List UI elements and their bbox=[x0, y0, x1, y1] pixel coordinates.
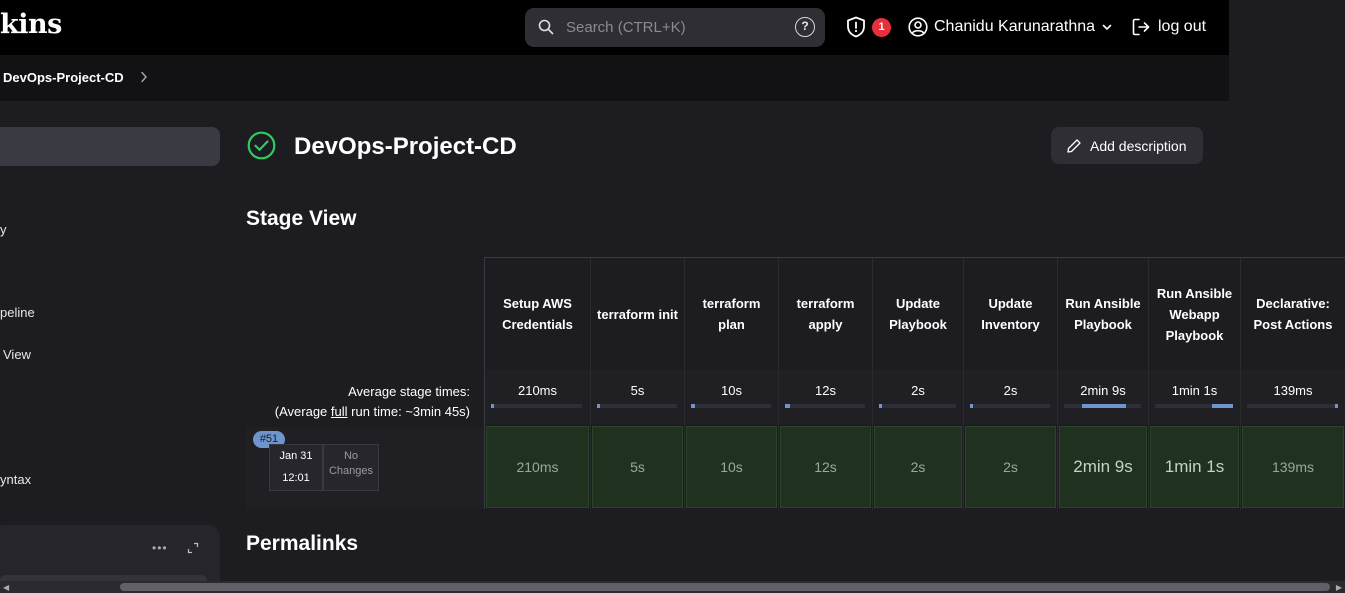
stage-result-cell[interactable]: 2min 9s bbox=[1059, 426, 1147, 508]
chevron-right-icon[interactable] bbox=[140, 71, 148, 83]
stage-average-time: 2s bbox=[873, 370, 963, 424]
sidebar-item-pipeline[interactable]: peline bbox=[0, 305, 35, 320]
logout-label[interactable]: log out bbox=[1158, 18, 1206, 36]
stage-column: Setup AWS Credentials 210ms 210ms bbox=[485, 258, 590, 510]
stage-average-time: 5s bbox=[591, 370, 684, 424]
user-menu[interactable]: Chanidu Karunarathna bbox=[908, 16, 1113, 38]
sidebar-item-view[interactable]: View bbox=[3, 347, 31, 362]
help-icon[interactable]: ? bbox=[795, 17, 815, 37]
user-name[interactable]: Chanidu Karunarathna bbox=[934, 18, 1095, 36]
security-shield-icon[interactable] bbox=[846, 16, 866, 38]
stage-column: terraform plan 10s 10s bbox=[684, 258, 778, 510]
stage-result-cell[interactable]: 2s bbox=[874, 426, 962, 508]
stage-result-cell[interactable]: 210ms bbox=[486, 426, 589, 508]
stage-view-heading: Stage View bbox=[246, 207, 357, 230]
stage-column: terraform apply 12s 12s bbox=[778, 258, 872, 510]
chevron-down-icon[interactable] bbox=[1101, 21, 1113, 33]
stage-average-bar bbox=[879, 404, 882, 408]
avg-label-line1: Average stage times: bbox=[348, 384, 470, 399]
stage-average-bar bbox=[597, 404, 600, 408]
search-box[interactable]: Search (CTRL+K) ? bbox=[525, 8, 825, 47]
logout-link[interactable]: log out bbox=[1131, 16, 1206, 38]
stage-average-bar bbox=[785, 404, 790, 408]
stage-header: Run Ansible Webapp Playbook bbox=[1156, 285, 1233, 343]
stage-average-time: 1min 1s bbox=[1149, 370, 1240, 424]
stage-header: Update Playbook bbox=[889, 296, 947, 332]
avg-label-line2: (Average full run time: ~3min 45s) bbox=[246, 402, 470, 422]
stage-average-time: 139ms bbox=[1241, 370, 1345, 424]
stage-average-bar-track bbox=[1247, 404, 1338, 408]
stage-view-table: Setup AWS Credentials 210ms 210ms terraform… bbox=[484, 257, 1345, 510]
sidebar-item-changes[interactable]: y bbox=[0, 222, 7, 237]
stage-average-bar-track bbox=[691, 404, 771, 408]
scroll-right-arrow-icon[interactable]: ▶ bbox=[1336, 583, 1342, 592]
stage-column: Run Ansible Playbook 2min 9s 2min 9s bbox=[1057, 258, 1148, 510]
notification-badge[interactable]: 1 bbox=[872, 18, 891, 37]
stage-average-bar bbox=[491, 404, 494, 408]
average-stage-times-label: Average stage times: (Average full run t… bbox=[246, 382, 470, 422]
build-date-day: Jan 31 bbox=[279, 450, 313, 462]
stage-average-bar-track bbox=[970, 404, 1050, 408]
add-description-button[interactable]: Add description bbox=[1051, 127, 1203, 164]
permalinks-heading: Permalinks bbox=[246, 532, 359, 555]
stage-header: Declarative: Post Actions bbox=[1253, 296, 1333, 332]
stage-average-bar bbox=[970, 404, 973, 408]
scrollbar-thumb[interactable] bbox=[120, 583, 1330, 591]
stage-average-time: 2min 9s bbox=[1058, 370, 1148, 424]
stage-column: Declarative: Post Actions 139ms 139ms bbox=[1240, 258, 1345, 510]
search-input[interactable]: Search (CTRL+K) bbox=[566, 19, 686, 36]
user-avatar-icon bbox=[908, 17, 928, 37]
stage-average-bar bbox=[691, 404, 695, 408]
stage-average-bar-track bbox=[491, 404, 582, 408]
stage-average-bar bbox=[1335, 404, 1338, 408]
stage-average-time: 12s bbox=[779, 370, 872, 424]
sidebar-item-status[interactable] bbox=[0, 127, 220, 166]
sidebar-item-pipeline-syntax[interactable]: yntax bbox=[0, 472, 31, 487]
stage-header: Update Inventory bbox=[981, 296, 1040, 332]
scroll-left-arrow-icon[interactable]: ◀ bbox=[3, 583, 9, 592]
build-date: Jan 31 12:01 bbox=[269, 444, 323, 491]
stage-average-bar-track bbox=[879, 404, 956, 408]
add-description-label[interactable]: Add description bbox=[1090, 138, 1187, 154]
stage-average-bar bbox=[1082, 404, 1126, 408]
stage-header: Setup AWS Credentials bbox=[502, 296, 573, 332]
stage-average-bar bbox=[1212, 404, 1233, 408]
stage-header: Run Ansible Playbook bbox=[1065, 296, 1141, 332]
search-icon bbox=[538, 19, 554, 35]
stage-result-cell[interactable]: 1min 1s bbox=[1150, 426, 1239, 508]
logout-icon bbox=[1132, 18, 1150, 36]
stage-header: terraform apply bbox=[796, 296, 855, 332]
build-date-time: 12:01 bbox=[282, 472, 310, 484]
page-title: DevOps-Project-CD bbox=[294, 133, 517, 160]
success-status-icon bbox=[247, 131, 276, 160]
full-run-time-link[interactable]: full bbox=[331, 404, 348, 419]
expand-icon[interactable] bbox=[187, 542, 199, 554]
more-options-icon[interactable]: ••• bbox=[152, 541, 168, 555]
stage-average-time: 210ms bbox=[485, 370, 590, 424]
breadcrumb-item-project[interactable]: DevOps-Project-CD bbox=[3, 70, 124, 85]
pencil-icon bbox=[1067, 138, 1081, 153]
stage-header: terraform init bbox=[597, 306, 678, 322]
avg-label-prefix: (Average bbox=[274, 404, 331, 419]
stage-column: Run Ansible Webapp Playbook 1min 1s 1min 1… bbox=[1148, 258, 1240, 510]
avg-label-suffix: run time: ~3min 45s) bbox=[347, 404, 470, 419]
top-header: kins Search (CTRL+K) ? 1 Chanidu Karunar… bbox=[0, 0, 1229, 55]
stage-average-bar-track bbox=[785, 404, 865, 408]
stage-result-cell[interactable]: 10s bbox=[686, 426, 777, 508]
horizontal-scrollbar[interactable]: ◀ ▶ bbox=[0, 581, 1345, 593]
stage-result-cell[interactable]: 12s bbox=[780, 426, 871, 508]
stage-average-time: 10s bbox=[685, 370, 778, 424]
build-changes: No Changes bbox=[323, 444, 379, 491]
stage-result-cell[interactable]: 5s bbox=[592, 426, 683, 508]
breadcrumb: DevOps-Project-CD bbox=[0, 55, 1229, 101]
stage-average-time: 2s bbox=[964, 370, 1057, 424]
stage-result-cell[interactable]: 139ms bbox=[1242, 426, 1344, 508]
stage-column: terraform init 5s 5s bbox=[590, 258, 684, 510]
jenkins-logo[interactable]: kins bbox=[0, 9, 62, 40]
stage-average-bar-track bbox=[597, 404, 677, 408]
stage-column: Update Playbook 2s 2s bbox=[872, 258, 963, 510]
stage-header: terraform plan bbox=[702, 296, 761, 332]
stage-column: Update Inventory 2s 2s bbox=[963, 258, 1057, 510]
stage-result-cell[interactable]: 2s bbox=[965, 426, 1056, 508]
